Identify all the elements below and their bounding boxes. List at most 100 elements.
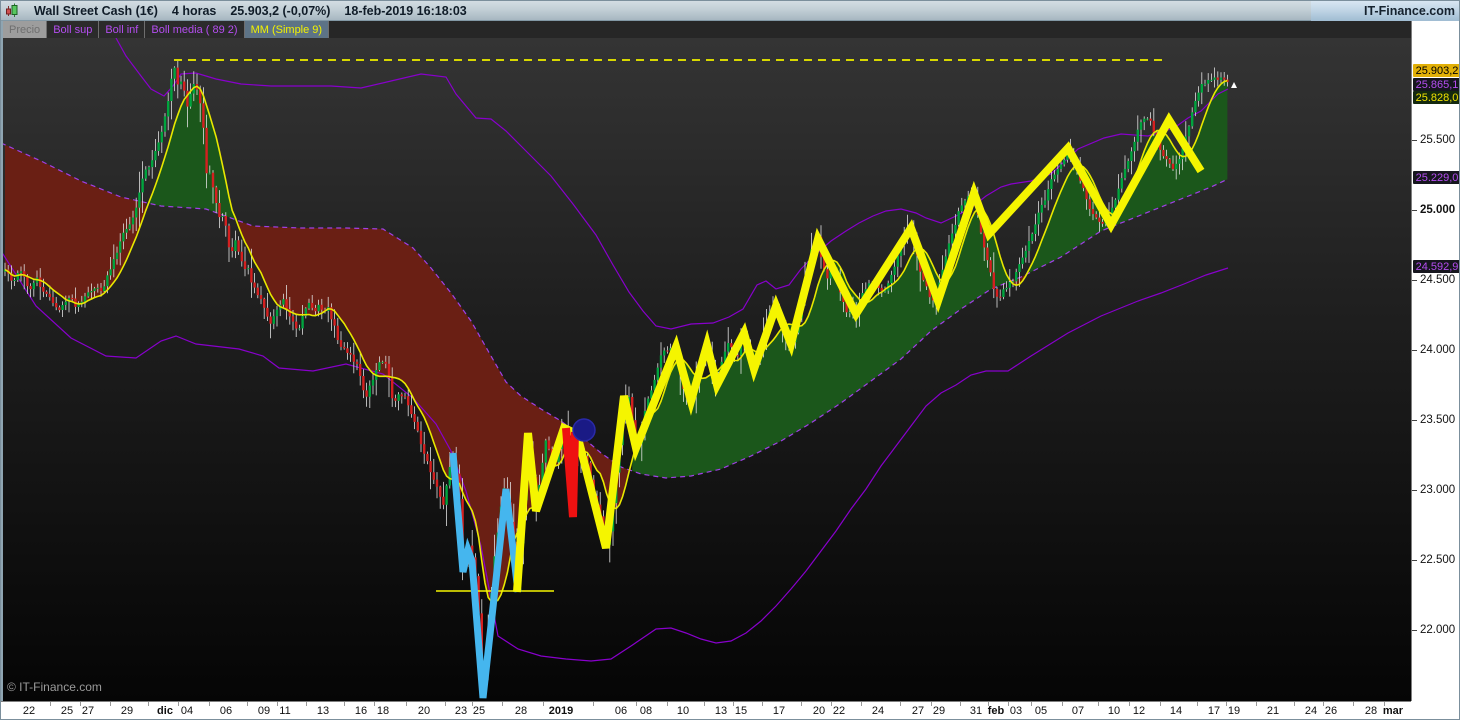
price-tick-label: 24.500 xyxy=(1420,274,1456,286)
date-tick-mark xyxy=(801,702,802,706)
axis-marker-boll-media-value: 25.229,0 xyxy=(1413,171,1459,184)
date-tick-mark xyxy=(1197,702,1198,706)
date-tick-label: 17 xyxy=(1207,705,1221,717)
blue-entry-circle[interactable] xyxy=(572,418,596,442)
date-tick-label: mar xyxy=(1382,705,1404,717)
quote-datetime: 18-feb-2019 16:18:03 xyxy=(344,3,467,18)
date-tick-mark xyxy=(762,702,763,706)
date-tick-label: 25 xyxy=(472,705,486,717)
date-tick-mark xyxy=(1030,702,1032,706)
date-tick-mark xyxy=(1226,702,1227,706)
date-tick-label: 13 xyxy=(316,705,330,717)
date-axis[interactable]: 22 25 27 29 dic 04 06 09 11 13 16 18 20 23 25 28 2019 06 0… xyxy=(1,701,1411,719)
date-tick-label: 22 xyxy=(22,705,36,717)
axis-marker-boll-sup-value: 25.865,1 xyxy=(1413,78,1459,91)
price-tick-label: 22.500 xyxy=(1420,554,1456,566)
date-tick-mark xyxy=(344,702,345,706)
price-tick-mark xyxy=(1412,280,1417,281)
date-tick-mark xyxy=(860,702,862,706)
date-tick-mark xyxy=(109,702,111,706)
price-axis[interactable]: 25.500 25.000 24.500 24.000 23.500 23.000 22.5… xyxy=(1411,21,1459,701)
price-tick-label: 25.500 xyxy=(1420,134,1456,146)
axis-corner xyxy=(1411,701,1459,719)
date-tick-mark xyxy=(959,702,961,706)
watermark-itfinance: © IT-Finance.com xyxy=(7,680,102,694)
timeframe-label: 4 horas xyxy=(171,3,217,18)
date-tick-label: 03 xyxy=(1009,705,1023,717)
indicator-toolbar: Precio Boll sup Boll inf Boll media ( 89 2)… xyxy=(1,21,1411,38)
date-tick-mark xyxy=(666,702,668,706)
date-tick-label: 16 xyxy=(354,705,368,717)
price-tick-mark xyxy=(1412,560,1417,561)
date-tick-label: 2019 xyxy=(548,705,574,717)
date-tick-mark xyxy=(247,702,248,706)
date-tick-mark xyxy=(1128,702,1130,706)
price-tick-label: 24.000 xyxy=(1420,344,1456,356)
date-tick-mark xyxy=(208,702,210,706)
date-tick-label: 05 xyxy=(1034,705,1048,717)
date-tick-label: 12 xyxy=(1132,705,1146,717)
trading-app-window: Wall Street Cash (1€) 4 horas 25.903,2 (… xyxy=(0,0,1460,720)
toolbar-tab-boll-sup[interactable]: Boll sup xyxy=(47,21,100,38)
date-tick-label: 08 xyxy=(639,705,653,717)
date-tick-mark xyxy=(1008,702,1009,706)
price-tick-label: 23.000 xyxy=(1420,484,1456,496)
window-left-edge xyxy=(1,21,3,701)
date-tick-label: feb xyxy=(987,705,1005,717)
last-quote: 25.903,2 (-0,07%) xyxy=(230,3,331,18)
date-tick-label: 26 xyxy=(1324,705,1338,717)
date-tick-mark xyxy=(831,702,832,706)
toolbar-tab-mm-simple-9[interactable]: MM (Simple 9) xyxy=(244,21,330,38)
date-tick-label: 10 xyxy=(676,705,690,717)
date-tick-label: 25 xyxy=(60,705,74,717)
date-tick-label: 17 xyxy=(772,705,786,717)
toolbar-tab-boll-inf[interactable]: Boll inf xyxy=(99,21,146,38)
price-tick-mark xyxy=(1412,490,1417,491)
date-tick-label: 13 xyxy=(714,705,728,717)
date-tick-mark xyxy=(405,702,407,706)
date-tick-label: 20 xyxy=(417,705,431,717)
date-tick-mark xyxy=(1353,702,1354,706)
date-tick-label: 22 xyxy=(832,705,846,717)
date-tick-label: 04 xyxy=(180,705,194,717)
title-bar: Wall Street Cash (1€) 4 horas 25.903,2 (… xyxy=(1,1,1459,21)
date-tick-label: 06 xyxy=(614,705,628,717)
date-tick-label: 24 xyxy=(1304,705,1318,717)
date-tick-mark xyxy=(1098,702,1099,706)
date-tick-label: 24 xyxy=(871,705,885,717)
date-tick-mark xyxy=(704,702,705,706)
price-tick-label: 23.500 xyxy=(1420,414,1456,426)
candlestick-icon xyxy=(5,3,20,18)
date-tick-mark xyxy=(733,702,734,706)
date-tick-mark xyxy=(444,702,446,706)
price-tick-mark xyxy=(1412,420,1417,421)
date-tick-label: 20 xyxy=(812,705,826,717)
chart-plot-area[interactable]: © IT-Finance.com xyxy=(1,38,1411,701)
axis-marker-boll-inf-value: 24.592,9 xyxy=(1413,260,1459,273)
date-tick-mark xyxy=(1255,702,1257,706)
date-tick-label: 28 xyxy=(514,705,528,717)
date-tick-mark xyxy=(543,702,544,706)
date-tick-label: 29 xyxy=(932,705,946,717)
price-tick-label: 22.000 xyxy=(1420,624,1456,636)
toolbar-tab-boll-media-89-2[interactable]: Boll media ( 89 2) xyxy=(145,21,245,38)
date-tick-label: dic xyxy=(157,705,173,717)
axis-marker-last-price-value: 25.903,2 xyxy=(1413,64,1459,77)
date-tick-label: 14 xyxy=(1169,705,1183,717)
date-tick-label: 15 xyxy=(734,705,748,717)
date-tick-label: 31 xyxy=(969,705,983,717)
price-tick-mark xyxy=(1412,210,1417,211)
date-tick-label: 06 xyxy=(219,705,233,717)
date-tick-mark xyxy=(1294,702,1295,706)
date-tick-mark xyxy=(276,702,278,706)
date-tick-mark xyxy=(178,702,179,706)
axis-marker-mm9-value: 25.828,0 xyxy=(1413,91,1459,104)
date-tick-label: 11 xyxy=(279,705,291,717)
date-tick-mark xyxy=(1159,702,1161,706)
toolbar-tab-precio[interactable]: Precio xyxy=(3,21,48,38)
date-tick-mark xyxy=(148,702,149,706)
date-tick-label: 10 xyxy=(1107,705,1121,717)
date-tick-label: 27 xyxy=(81,705,95,717)
date-tick-label: 27 xyxy=(911,705,925,717)
itfinance-brand: IT-Finance.com xyxy=(1311,1,1459,21)
